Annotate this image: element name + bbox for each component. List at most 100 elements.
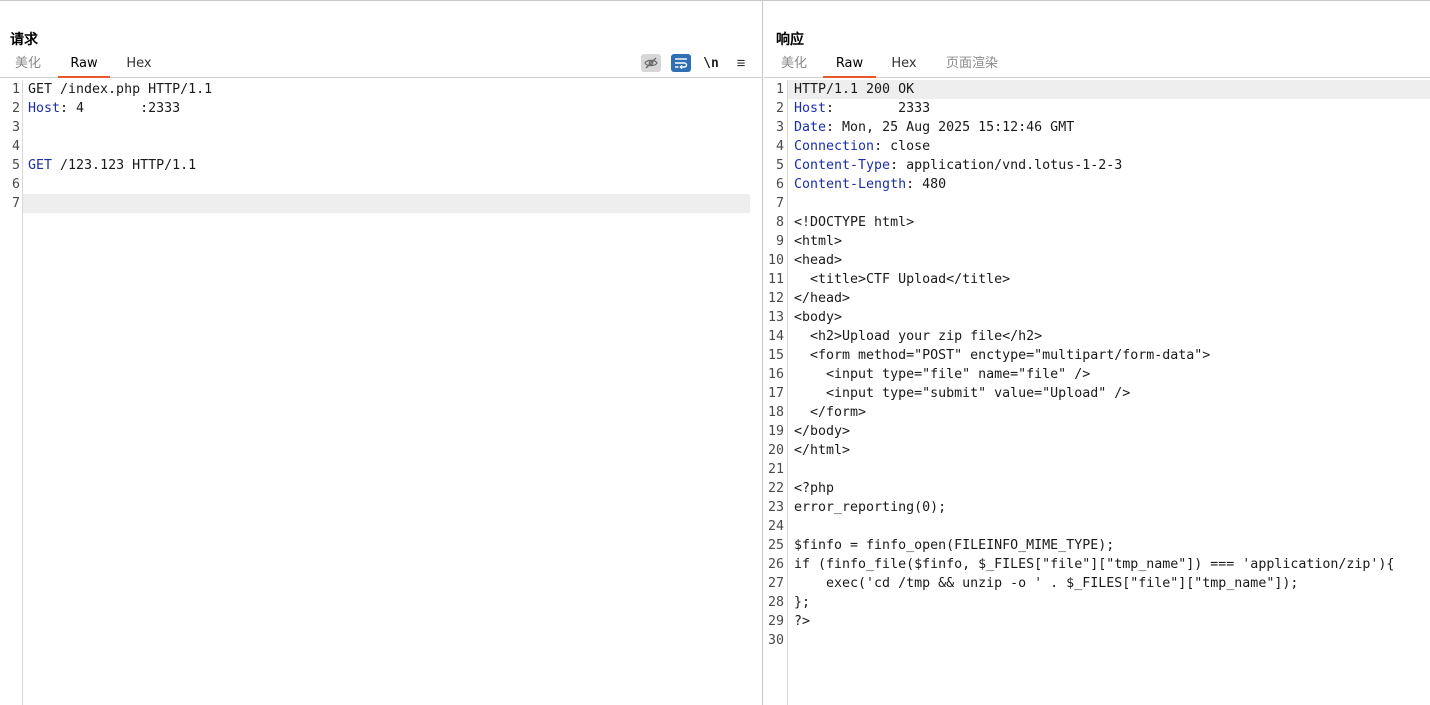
code-line: 4 Connection: close (764, 137, 1430, 156)
code-value: $finfo = finfo_open(FILEINFO_MIME_TYPE); (794, 538, 1115, 553)
code-line: 17 <input type="submit" value="Upload" /… (764, 384, 1430, 403)
tab-pretty[interactable]: 美化 (776, 53, 812, 78)
header-key: GET (28, 158, 53, 173)
code-line: 26 if (finfo_file($finfo, $_FILES["file"]… (764, 555, 1430, 574)
code-text: <!DOCTYPE html> (794, 213, 914, 232)
header-key: Host (794, 101, 827, 116)
code-text: <head> (794, 251, 842, 270)
code-value: </form> (794, 405, 867, 420)
code-line: 2 Host: 2333 (764, 99, 1430, 118)
header-key: Content-Type (794, 158, 891, 173)
code-text: <input type="file" name="file" /> (794, 365, 1090, 384)
code-text: if (finfo_file($finfo, $_FILES["file"]["… (794, 555, 1394, 574)
code-line: 1 GET /index.php HTTP/1.1 (0, 80, 762, 99)
code-text: error_reporting(0); (794, 498, 946, 517)
tab-raw[interactable]: Raw (58, 53, 110, 78)
line-number: 23 (767, 500, 784, 515)
response-title: 响应 (776, 32, 804, 48)
line-number: 19 (767, 424, 784, 439)
code-line: 14 <h2>Upload your zip file</h2> (764, 327, 1430, 346)
code-line: 13 <body> (764, 308, 1430, 327)
code-text: Host: 4 :2333 (28, 99, 180, 118)
line-number: 5 (775, 158, 784, 173)
code-line: 29 ?> (764, 612, 1430, 631)
code-text: exec('cd /tmp && unzip -o ' . $_FILES["f… (794, 574, 1298, 593)
code-value: : 2333 (826, 101, 931, 116)
line-number: 6 (775, 177, 784, 192)
tab-hex[interactable]: Hex (122, 53, 156, 78)
code-text: <html> (794, 232, 842, 251)
header-key: Host (28, 101, 61, 116)
code-line: 23 error_reporting(0); (764, 498, 1430, 517)
code-text: <h2>Upload your zip file</h2> (794, 327, 1042, 346)
code-line: 11 <title>CTF Upload</title> (764, 270, 1430, 289)
code-value: <form method="POST" enctype="multipart/f… (794, 348, 1211, 363)
newline-toggle[interactable]: \n (701, 54, 721, 72)
line-number: 4 (11, 139, 20, 154)
line-number: 15 (767, 348, 784, 363)
code-text: Content-Type: application/vnd.lotus-1-2-… (794, 156, 1122, 175)
line-number: 9 (775, 234, 784, 249)
line-number: 26 (767, 557, 784, 572)
code-line: 24 (764, 517, 1430, 536)
request-editor[interactable]: 1 GET /index.php HTTP/1.1 2 Host: 4 :2333 3 4… (0, 80, 762, 705)
tab-raw[interactable]: Raw (823, 53, 876, 78)
code-line: 3 Date: Mon, 25 Aug 2025 15:12:46 GMT (764, 118, 1430, 137)
line-number: 5 (11, 158, 20, 173)
code-line: 7 (0, 194, 762, 213)
code-line: 1 HTTP/1.1 200 OK (764, 80, 1430, 99)
code-text: Host: 2333 (794, 99, 930, 118)
code-line: 8 <!DOCTYPE html> (764, 213, 1430, 232)
code-value: HTTP/1.1 200 OK (794, 82, 915, 97)
header-key: Content-Length (794, 177, 907, 192)
code-value: : application/vnd.lotus-1-2-3 (890, 158, 1123, 173)
code-value: GET /index.php HTTP/1.1 (28, 82, 213, 97)
code-text: $finfo = finfo_open(FILEINFO_MIME_TYPE); (794, 536, 1114, 555)
code-text: HTTP/1.1 200 OK (794, 80, 914, 99)
response-editor[interactable]: 1 HTTP/1.1 200 OK 2 Host: 2333 3 Date: Mon, 2… (764, 80, 1430, 705)
line-number: 27 (767, 576, 784, 591)
code-line: 21 (764, 460, 1430, 479)
code-line: 30 (764, 631, 1430, 650)
code-text: ?> (794, 612, 810, 631)
code-text: </body> (794, 422, 850, 441)
line-number: 1 (775, 82, 784, 97)
code-value: <title>CTF Upload</title> (794, 272, 1011, 287)
code-value: : close (874, 139, 931, 154)
code-value: <body> (794, 310, 843, 325)
code-value: <input type="file" name="file" /> (794, 367, 1091, 382)
line-number: 14 (767, 329, 784, 344)
hamburger-menu-icon[interactable]: ≡ (731, 54, 751, 72)
code-text: GET /123.123 HTTP/1.1 (28, 156, 196, 175)
code-line: 28}; (764, 593, 1430, 612)
http-message-viewer: 请求 美化 Raw Hex \n ≡ 1 GET /index.php HTTP… (0, 0, 1430, 705)
code-line: 2 Host: 4 :2333 (0, 99, 762, 118)
code-value: <?php (794, 481, 835, 496)
line-number: 1 (11, 82, 20, 97)
code-text: </form> (794, 403, 866, 422)
code-value: }; (794, 595, 811, 610)
code-text: <title>CTF Upload</title> (794, 270, 1010, 289)
line-number: 30 (767, 633, 784, 648)
code-line: 20 </html> (764, 441, 1430, 460)
code-line: 19 </body> (764, 422, 1430, 441)
line-number: 20 (767, 443, 784, 458)
line-number: 3 (11, 120, 20, 135)
line-number: 28 (767, 595, 784, 610)
code-value: if (finfo_file($finfo, $_FILES["file"]["… (794, 557, 1395, 572)
line-number: 29 (767, 614, 784, 629)
tab-pretty[interactable]: 美化 (10, 53, 46, 78)
code-line: 12 </head> (764, 289, 1430, 308)
tab-render[interactable]: 页面渲染 (942, 53, 1002, 78)
eye-off-icon[interactable] (641, 54, 661, 72)
tab-hex[interactable]: Hex (887, 53, 921, 78)
line-number: 21 (767, 462, 784, 477)
line-number: 7 (11, 196, 20, 211)
line-number: 22 (767, 481, 784, 496)
word-wrap-icon[interactable] (671, 54, 691, 72)
code-line: 10 <head> (764, 251, 1430, 270)
code-value: /123.123 HTTP/1.1 (52, 158, 197, 173)
response-pane: 响应 美化 Raw Hex 页面渲染 1 HTTP/1.1 200 OK 2 Host… (764, 1, 1430, 705)
code-line: 18 </form> (764, 403, 1430, 422)
line-number: 8 (775, 215, 784, 230)
